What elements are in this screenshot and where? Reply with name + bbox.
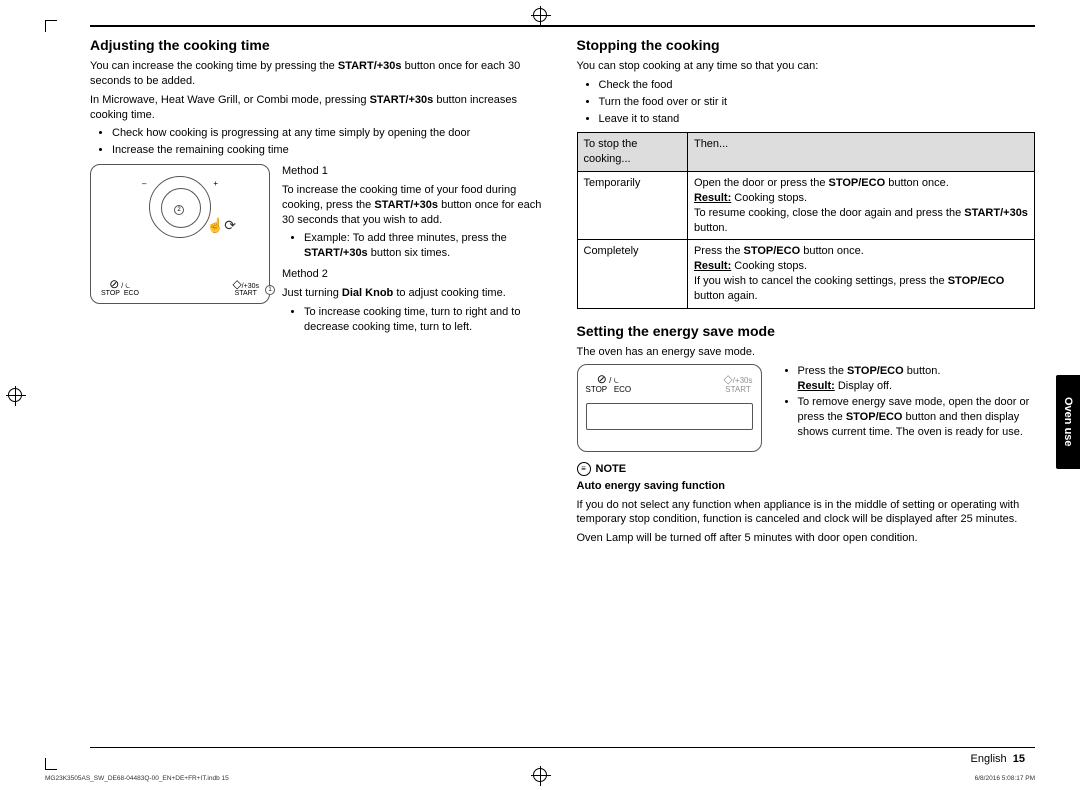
stop-bullet-1: Check the food <box>599 78 1036 93</box>
note-p2: Oven Lamp will be turned off after 5 min… <box>577 531 1036 546</box>
energy-intro: The oven has an energy save mode. <box>577 345 1036 360</box>
stop-row2-col1: Completely <box>577 240 687 308</box>
stop-eco-button-icon: ⊘ / ⏾ STOP ECO <box>101 278 139 297</box>
stop-table-header-1: To stop the cooking... <box>577 133 687 172</box>
heading-energy-save: Setting the energy save mode <box>577 323 1036 339</box>
method2-title: Method 2 <box>282 267 549 282</box>
heading-stopping: Stopping the cooking <box>577 37 1036 53</box>
stop-intro: You can stop cooking at any time so that… <box>577 59 1036 74</box>
stop-bullet-2: Turn the food over or stir it <box>599 95 1036 110</box>
start-30s-button-icon-2: ◇/+30s START <box>723 373 752 395</box>
stop-table-header-2: Then... <box>687 133 1034 172</box>
page-footer: English 15 <box>971 753 1025 765</box>
control-panel-diagram: – + 2 ☝⟳ ⊘ / ⏾ STOP ECO ◇/+30s START <box>90 164 270 304</box>
print-timestamp: 6/8/2016 5:08:17 PM <box>975 775 1035 782</box>
method1-title: Method 1 <box>282 164 549 179</box>
method1-example: Example: To add three minutes, press the… <box>304 231 549 261</box>
energy-panel-diagram: ⊘ / ⏾ STOP ECO ◇/+30s START <box>577 364 762 452</box>
display-bar-icon <box>586 403 753 430</box>
energy-bullet-2: To remove energy save mode, open the doo… <box>798 395 1036 440</box>
left-column: Adjusting the cooking time You can incre… <box>90 37 549 550</box>
adjust-bullet-2: Increase the remaining cooking time <box>112 143 549 158</box>
stop-row1-col2: Open the door or press the STOP/ECO butt… <box>687 172 1034 240</box>
method1-body: To increase the cooking time of your foo… <box>282 183 549 228</box>
dial-plus-icon: + <box>213 179 218 188</box>
energy-bullet-1: Press the STOP/ECO button. Result: Displ… <box>798 364 1036 394</box>
callout-2: 2 <box>174 205 184 215</box>
method2-body: Just turning Dial Knob to adjust cooking… <box>282 286 549 301</box>
stop-bullet-3: Leave it to stand <box>599 112 1036 127</box>
print-filename: MG23K3505AS_SW_DE68-04483Q-00_EN+DE+FR+I… <box>45 775 229 782</box>
rule-bottom <box>90 747 1035 748</box>
adjust-p2: In Microwave, Heat Wave Grill, or Combi … <box>90 93 549 123</box>
heading-adjusting: Adjusting the cooking time <box>90 37 549 53</box>
dial-minus-icon: – <box>142 179 146 188</box>
right-column: Stopping the cooking You can stop cookin… <box>577 37 1036 550</box>
callout-1: 1 <box>265 285 275 295</box>
start-30s-button-icon: ◇/+30s START <box>232 278 259 297</box>
rule-top <box>90 25 1035 27</box>
note-label: NOTE <box>596 463 627 475</box>
note-subtitle: Auto energy saving function <box>577 480 726 492</box>
stop-row2-col2: Press the STOP/ECO button once. Result: … <box>687 240 1034 308</box>
adjust-bullet-1: Check how cooking is progressing at any … <box>112 126 549 141</box>
note-p1: If you do not select any function when a… <box>577 498 1036 528</box>
stop-eco-button-icon-2: ⊘ / ⏾ STOP ECO <box>586 373 632 395</box>
hand-turn-icon: ☝⟳ <box>207 217 236 234</box>
adjust-p1: You can increase the cooking time by pre… <box>90 59 549 89</box>
note-icon: ≡ <box>577 462 591 476</box>
stop-row1-col1: Temporarily <box>577 172 687 240</box>
stop-cooking-table: To stop the cooking... Then... Temporari… <box>577 132 1036 308</box>
method2-bullet: To increase cooking time, turn to right … <box>304 305 549 335</box>
